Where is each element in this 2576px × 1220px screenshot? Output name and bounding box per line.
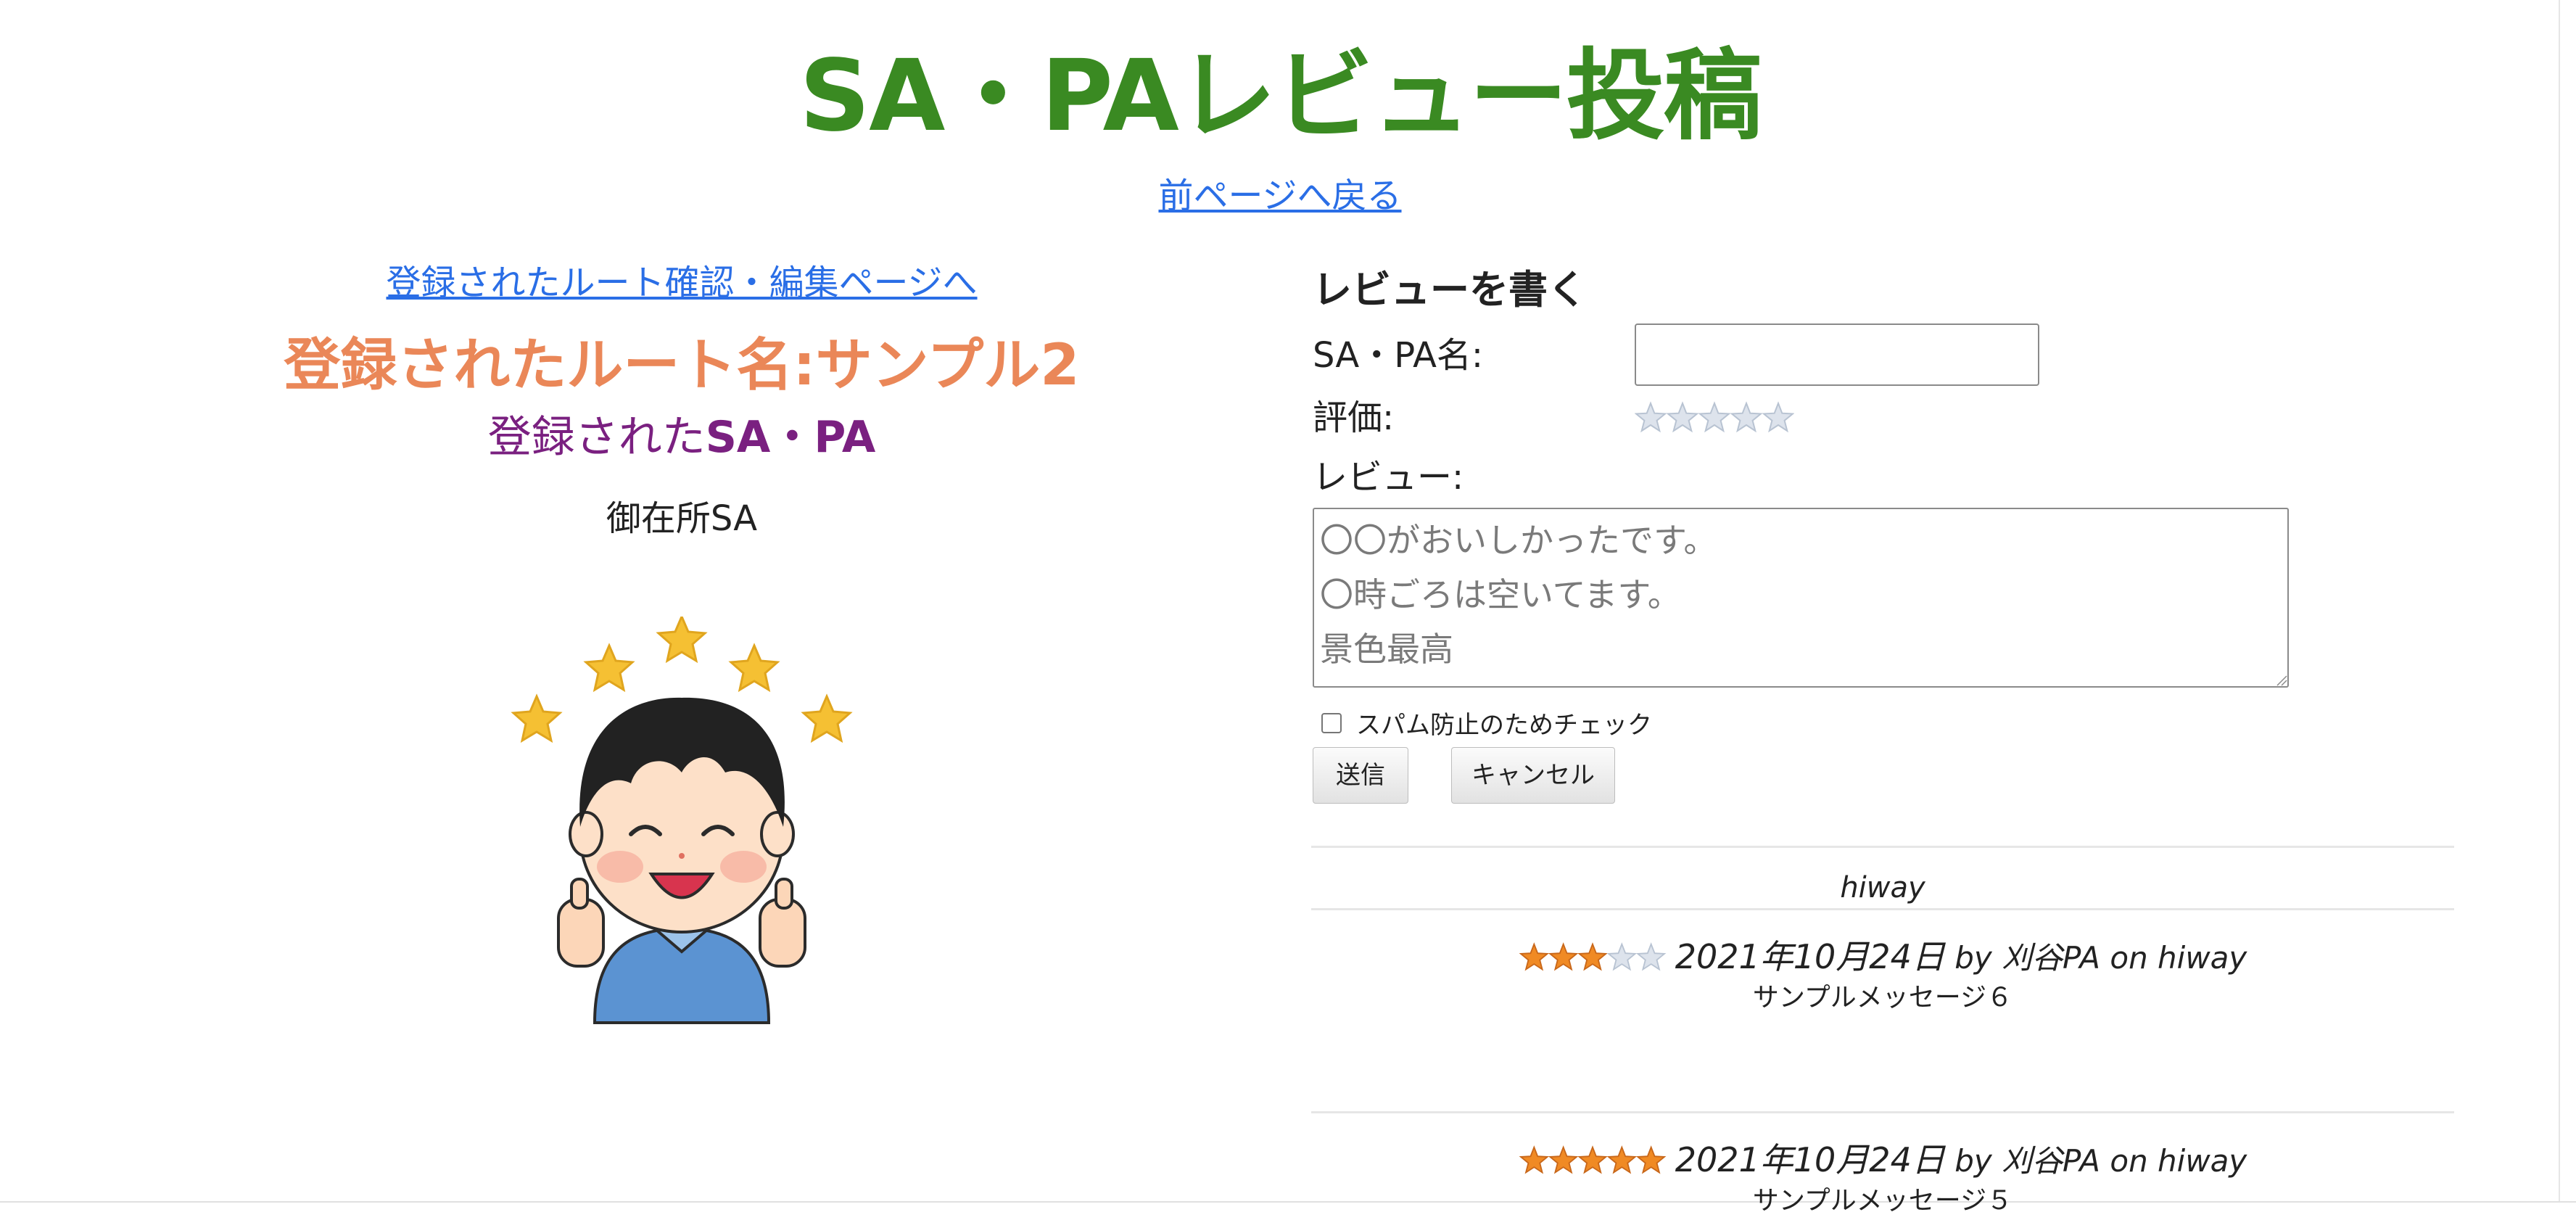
review-divider bbox=[1311, 1111, 2454, 1113]
star-filled-icon bbox=[1577, 942, 1608, 971]
sapa-name-input[interactable] bbox=[1635, 323, 2039, 386]
send-button[interactable]: 送信 bbox=[1313, 747, 1408, 804]
route-panel: 登録されたルート確認・編集ページへ 登録されたルート名:サンプル2 登録されたS… bbox=[174, 254, 1189, 543]
star-filled-icon bbox=[1548, 1145, 1579, 1174]
star-empty-icon[interactable] bbox=[1698, 401, 1731, 433]
registered-sapa-heading: 登録されたSA・PA bbox=[174, 408, 1189, 467]
review-date: 2021年10月24日 bbox=[1675, 937, 1945, 976]
review-date: 2021年10月24日 bbox=[1675, 1140, 1945, 1179]
review-divider bbox=[1311, 908, 2454, 910]
spam-checkbox[interactable] bbox=[1321, 712, 1342, 733]
review-site-name: hiway bbox=[1840, 871, 1925, 904]
star-filled-icon bbox=[1548, 942, 1579, 971]
review-message: サンプルメッセージ６ bbox=[1752, 983, 2013, 1013]
spam-check-row: スパム防止のためチェック bbox=[1321, 705, 1652, 741]
star-empty-icon bbox=[1606, 942, 1637, 971]
star-filled-icon bbox=[1577, 1145, 1608, 1174]
review-meta: 2021年10月24日 by 刈谷PA on hiway bbox=[1311, 936, 2454, 979]
review-item: 2021年10月24日 by 刈谷PA on hiway サンプルメッセージ５ bbox=[1311, 1139, 2454, 1220]
review-textarea[interactable] bbox=[1313, 508, 2289, 688]
review-rating-stars bbox=[1519, 1145, 1667, 1174]
review-byline: by 刈谷PA on hiway bbox=[1944, 1143, 2247, 1179]
review-label: レビュー: bbox=[1313, 457, 1464, 498]
star-empty-icon bbox=[1635, 942, 1667, 971]
review-byline: by 刈谷PA on hiway bbox=[1944, 940, 2247, 976]
star-filled-icon bbox=[1606, 1145, 1637, 1174]
route-name-heading: 登録されたルート名:サンプル2 bbox=[284, 333, 1080, 398]
write-review-heading: レビューを書く bbox=[1313, 267, 1587, 313]
registered-sapa-heading-prefix: 登録された bbox=[487, 412, 706, 463]
spam-check-label: スパム防止のためチェック bbox=[1356, 711, 1652, 740]
star-filled-icon bbox=[1519, 942, 1549, 971]
review-meta-text: 2021年10月24日 by 刈谷PA on hiway bbox=[1675, 1138, 2247, 1183]
review-meta: 2021年10月24日 by 刈谷PA on hiway bbox=[1311, 1139, 2454, 1182]
star-filled-icon bbox=[1635, 1145, 1667, 1174]
review-message: サンプルメッセージ５ bbox=[1752, 1186, 2013, 1216]
sapa-name: 御在所SA bbox=[606, 498, 758, 539]
rating-star-input[interactable] bbox=[1635, 400, 1794, 435]
review-divider bbox=[1311, 846, 2454, 848]
back-link[interactable]: 前ページへ戻る bbox=[0, 171, 2560, 220]
review-meta-text: 2021年10月24日 by 刈谷PA on hiway bbox=[1675, 935, 2247, 980]
review-item: 2021年10月24日 by 刈谷PA on hiway サンプルメッセージ６ bbox=[1311, 936, 2454, 1017]
route-edit-link[interactable]: 登録されたルート確認・編集ページへ bbox=[174, 254, 1189, 312]
review-rating-stars bbox=[1519, 942, 1667, 971]
page-title: SA・PAレビュー投稿 bbox=[799, 39, 1762, 154]
vertical-scrollbar[interactable] bbox=[2559, 0, 2576, 1203]
sapa-name-label: SA・PA名: bbox=[1313, 335, 1484, 376]
registered-sapa-heading-strong: SA・PA bbox=[705, 412, 876, 463]
star-empty-icon[interactable] bbox=[1730, 401, 1763, 433]
resize-grip-icon[interactable] bbox=[2276, 675, 2287, 686]
star-empty-icon[interactable] bbox=[1666, 401, 1699, 433]
rating-label: 評価: bbox=[1313, 397, 1395, 438]
cancel-button[interactable]: キャンセル bbox=[1451, 747, 1615, 804]
thumbs-up-boy-icon bbox=[511, 617, 853, 1024]
star-empty-icon[interactable] bbox=[1635, 401, 1667, 433]
star-filled-icon bbox=[1519, 1145, 1549, 1174]
star-empty-icon[interactable] bbox=[1762, 401, 1794, 433]
